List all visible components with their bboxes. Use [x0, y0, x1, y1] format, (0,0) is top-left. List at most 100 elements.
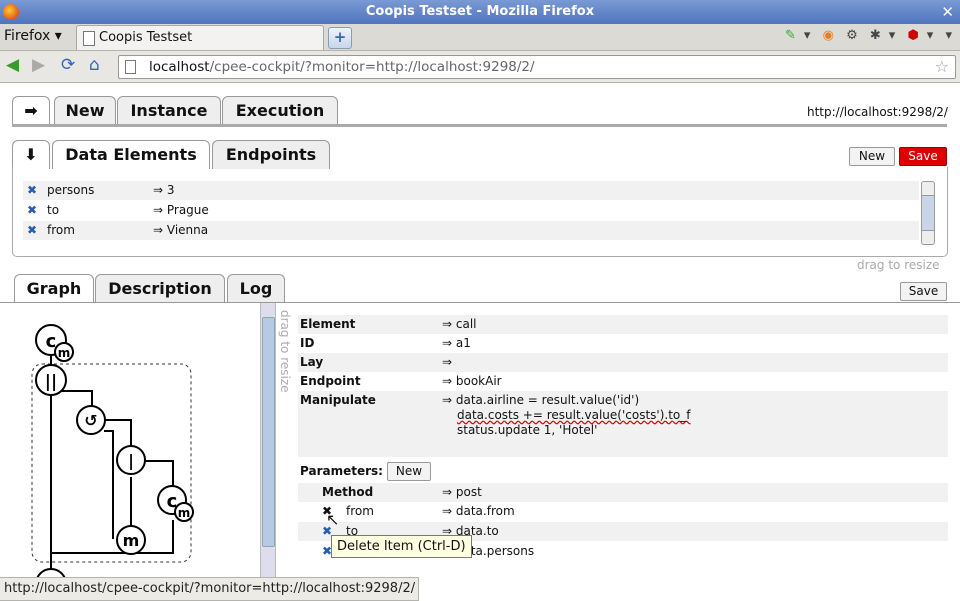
tab-instance[interactable]: Instance — [117, 96, 221, 125]
new-data-element-button[interactable]: New — [849, 147, 895, 166]
delete-icon[interactable]: ✖ — [27, 221, 37, 240]
new-parameter-button[interactable]: New — [387, 462, 431, 481]
data-element-value[interactable]: ⇒ 3 — [153, 181, 175, 200]
node-label: | — [128, 451, 134, 471]
graph-scrollbar[interactable] — [260, 303, 276, 578]
property-value[interactable]: ⇒ a1 — [442, 334, 471, 353]
property-key: Element — [300, 317, 356, 331]
process-graph: c m || ↺ | c m m c — [0, 303, 260, 578]
loop-node[interactable]: ↺ — [76, 405, 106, 435]
parameter-name[interactable]: from — [346, 502, 374, 521]
data-element-value[interactable]: ⇒ Vienna — [153, 221, 208, 240]
data-element-name[interactable]: to — [47, 201, 59, 220]
drag-resize-hint[interactable]: drag to resize — [278, 310, 292, 393]
back-icon[interactable]: ◀ — [6, 57, 19, 74]
home-icon[interactable]: ⌂ — [89, 57, 100, 74]
save-data-button[interactable]: Save — [899, 147, 947, 166]
property-row: Endpoint ⇒ bookAir — [298, 372, 948, 391]
data-elements-panel: ✖ persons ⇒ 3 ✖ to ⇒ Prague ✖ from ⇒ Vie… — [12, 167, 948, 257]
list-item: ✖ to ⇒ Prague — [23, 201, 919, 220]
delete-icon[interactable]: ✖ — [27, 181, 37, 200]
property-key: Lay — [300, 355, 324, 369]
data-element-value[interactable]: ⇒ Prague — [153, 201, 209, 220]
node-label: m — [58, 346, 71, 360]
page-icon — [125, 60, 136, 74]
forward-icon[interactable]: ▶ — [32, 57, 45, 74]
data-element-name[interactable]: persons — [47, 181, 94, 200]
tab-new[interactable]: New — [54, 96, 116, 125]
manipulate-code[interactable]: ⇒ data.airline = result.value('id') data… — [442, 393, 690, 438]
data-element-name[interactable]: from — [47, 221, 75, 240]
call-node[interactable]: c m — [157, 485, 194, 522]
tab-description[interactable]: Description — [95, 274, 225, 303]
parameters-label: Parameters: — [300, 464, 383, 478]
bug-icon[interactable]: ✱ — [870, 28, 881, 43]
code-line: ⇒ data.airline = result.value('id') — [442, 393, 640, 407]
parallel-node[interactable]: || — [35, 364, 67, 396]
rss-icon[interactable]: ◉ — [823, 28, 834, 43]
tab-graph[interactable]: Graph — [14, 274, 94, 303]
code-line: data.costs += result.value('costs').to_f — [457, 408, 691, 422]
menu-chevron-icon[interactable]: ▾ — [945, 28, 952, 43]
bookmark-star-icon[interactable]: ☆ — [935, 57, 949, 76]
node-label: m — [123, 531, 140, 550]
drag-resize-hint[interactable]: drag to resize — [857, 258, 940, 272]
node-label: || — [45, 372, 57, 392]
property-row: Manipulate ⇒ data.airline = result.value… — [298, 391, 948, 457]
browser-tab-title: Coopis Testset — [99, 30, 193, 45]
browser-tab[interactable]: Coopis Testset — [76, 25, 324, 50]
choose-node[interactable]: | — [116, 445, 146, 475]
tab-log[interactable]: Log — [227, 274, 285, 303]
save-view-button[interactable]: Save — [900, 282, 947, 301]
property-key: ID — [300, 336, 315, 350]
property-key: Endpoint — [300, 374, 361, 388]
url-bar[interactable]: localhost/cpee-cockpit/?monitor=http://l… — [118, 55, 956, 79]
toolbar-icons: ✎ ▾ ◉ ⚙ ✱ ▾ ⬢ ▾ ▾ — [777, 28, 952, 43]
call-node[interactable]: c m — [35, 324, 74, 362]
status-bar: http://localhost/cpee-cockpit/?monitor=h… — [0, 577, 419, 601]
tab-strip: Firefox ▾ Coopis Testset + ✎ ▾ ◉ ⚙ ✱ ▾ ⬢ ▾ … — [0, 24, 960, 51]
tab-data-elements[interactable]: Data Elements — [52, 140, 210, 169]
url-text: localhost/cpee-cockpit/?monitor=http://l… — [149, 59, 535, 75]
firefox-menu-button[interactable]: Firefox ▾ — [4, 28, 62, 44]
property-value[interactable]: ⇒ bookAir — [442, 372, 502, 391]
scrollbar[interactable] — [921, 181, 935, 245]
chevron-down-icon[interactable]: ▾ — [889, 28, 896, 43]
mouse-cursor-icon: ↖ — [326, 510, 340, 529]
page-icon — [83, 31, 95, 46]
property-value[interactable]: ⇒ call — [442, 315, 477, 334]
node-label: ↺ — [84, 411, 97, 430]
tab-collapse[interactable]: ⬇ — [12, 140, 50, 169]
scrollbar-thumb[interactable] — [262, 317, 275, 547]
tab-rule — [12, 124, 947, 127]
tab-execution[interactable]: Execution — [222, 96, 338, 125]
tab-arrow[interactable]: ➡ — [12, 96, 50, 125]
new-tab-button[interactable]: + — [328, 27, 352, 49]
property-key: Manipulate — [300, 393, 376, 407]
tooltip: Delete Item (Ctrl-D) — [331, 535, 472, 558]
reload-icon[interactable]: ⟳ — [61, 57, 75, 74]
property-row: Method ⇒ post — [298, 483, 948, 502]
chevron-down-icon[interactable]: ▾ — [804, 28, 811, 43]
window-titlebar: Coopis Testset - Mozilla Firefox ✕ — [0, 0, 960, 24]
manipulate-node[interactable]: m — [116, 525, 146, 555]
instance-url: http://localhost:9298/2/ — [807, 105, 948, 119]
tab-endpoints[interactable]: Endpoints — [212, 140, 330, 169]
scrollbar-thumb[interactable] — [922, 195, 934, 231]
property-row: Element ⇒ call — [298, 315, 948, 334]
parameter-row: ✖ from ⇒ data.from — [298, 502, 948, 521]
parameter-value[interactable]: ⇒ data.from — [442, 502, 515, 521]
delete-icon[interactable]: ✖ — [27, 201, 37, 220]
list-item: ✖ persons ⇒ 3 — [23, 181, 919, 200]
addon-icon[interactable]: ✎ — [785, 28, 796, 43]
property-value[interactable]: ⇒ post — [442, 483, 482, 502]
property-key: Method — [322, 485, 374, 499]
property-value[interactable]: ⇒ — [442, 353, 452, 372]
close-icon[interactable]: ✕ — [941, 3, 954, 21]
graph-edges — [50, 355, 174, 578]
sync-icon[interactable]: ⚙ — [846, 28, 858, 43]
chevron-down-icon[interactable]: ▾ — [927, 28, 934, 43]
navigation-bar: ◀ ▶ ⟳ ⌂ localhost/cpee-cockpit/?monitor=… — [0, 51, 960, 83]
adblock-icon[interactable]: ⬢ — [907, 28, 918, 43]
property-row: Lay ⇒ — [298, 353, 948, 372]
